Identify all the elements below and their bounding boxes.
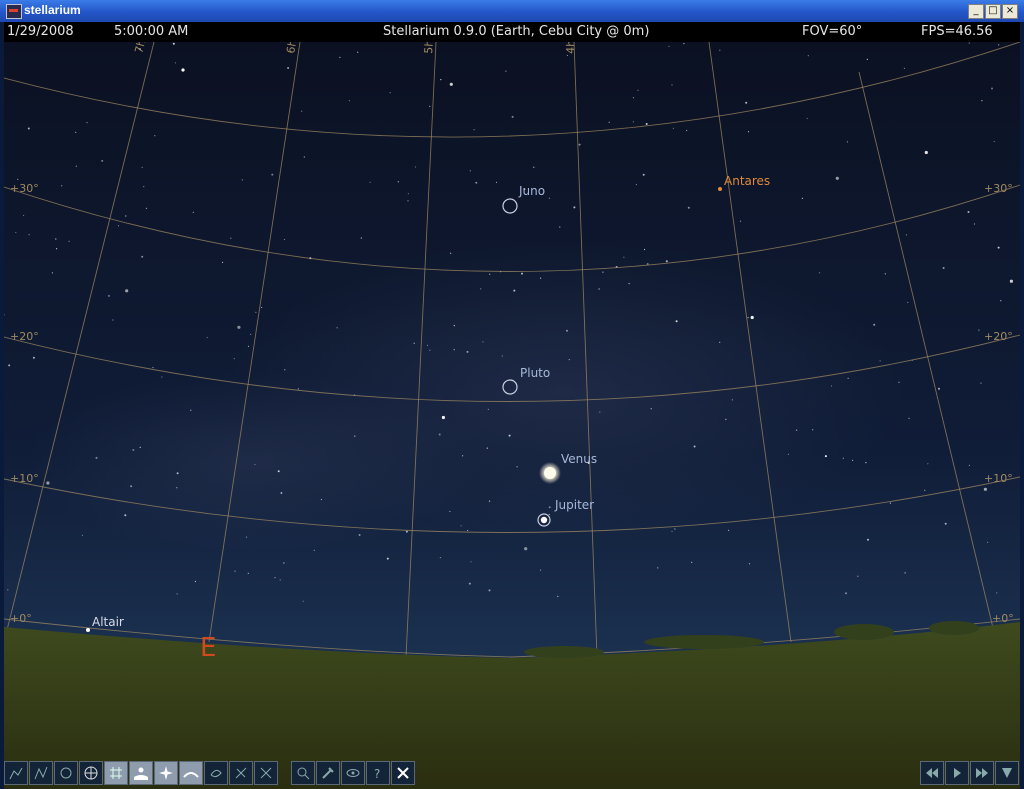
rewind-button[interactable]: [920, 761, 944, 785]
cardinal-points-icon: [159, 766, 173, 780]
cardinal-east: E: [200, 633, 216, 663]
right-dec-label-0: +0°: [992, 612, 1014, 625]
night-mode-icon: [346, 769, 360, 777]
title-bar[interactable]: stellarium _ □ ×: [0, 0, 1024, 22]
atmosphere-icon: [183, 772, 199, 778]
close-button[interactable]: ×: [1002, 4, 1018, 19]
antares-star[interactable]: [718, 187, 722, 191]
pluto-label: Pluto: [520, 366, 550, 380]
constellation-names-button[interactable]: [54, 761, 78, 785]
real-time-icon: [1002, 768, 1012, 778]
cardinal-points-button[interactable]: [154, 761, 178, 785]
venus-disk[interactable]: [544, 467, 556, 479]
minimize-button[interactable]: _: [968, 4, 984, 19]
help-icon: ?: [374, 767, 380, 781]
ground-icon: [134, 767, 148, 780]
night-mode-button[interactable]: [341, 761, 365, 785]
atmosphere-button[interactable]: [179, 761, 203, 785]
fast-forward-icon: [976, 768, 988, 778]
date-display: 1/29/2008: [7, 24, 74, 39]
search-button[interactable]: [291, 761, 315, 785]
constellation-art-button[interactable]: [29, 761, 53, 785]
status-bar: 1/29/2008 5:00:00 AM Stellarium 0.9.0 (E…: [4, 22, 1020, 42]
help-button[interactable]: ?: [366, 761, 390, 785]
azimuthal-grid-button[interactable]: [104, 761, 128, 785]
maximize-button[interactable]: □: [985, 4, 1001, 19]
fov-display: FOV=60°: [802, 24, 863, 39]
hour-label-6h: 6h: [284, 42, 299, 55]
right-dec-label-10: +10°: [984, 472, 1013, 485]
hour-label-5h: 5h: [422, 42, 436, 54]
configuration-icon: [322, 767, 334, 779]
juno-label: Juno: [518, 184, 545, 198]
window-title: stellarium: [24, 3, 81, 17]
constellation-lines-icon: [9, 767, 23, 780]
sky-view[interactable]: +30° +20° +10° +0° +30° +20° +10° +0° 7h…: [4, 42, 1020, 789]
hour-label-4h: 4h: [564, 42, 577, 54]
stellarium-app-icon: [6, 4, 22, 19]
left-dec-label-10: +10°: [10, 472, 39, 485]
right-dec-label-20: +20°: [984, 330, 1013, 343]
play-button[interactable]: [945, 761, 969, 785]
nebulae-icon: [210, 769, 222, 778]
antares-label: Antares: [724, 174, 770, 188]
constellation-names-icon: [60, 767, 72, 779]
equatorial-mount-icon: [235, 767, 247, 779]
time-display: 5:00:00 AM: [114, 24, 189, 39]
equatorial-grid-button[interactable]: [79, 761, 103, 785]
rewind-icon: [926, 768, 938, 778]
search-icon: [297, 767, 310, 780]
center-selected-icon: [260, 767, 272, 779]
venus-label: Venus: [561, 452, 597, 466]
time-toolbar: [920, 761, 1020, 785]
right-dec-label-30: +30°: [984, 182, 1013, 195]
equatorial-mount-button[interactable]: [229, 761, 253, 785]
fast-forward-button[interactable]: [970, 761, 994, 785]
quit-icon: [397, 767, 409, 779]
fps-display: FPS=46.56: [921, 24, 993, 39]
svg-text:?: ?: [374, 767, 380, 781]
constellation-lines-button[interactable]: [4, 761, 28, 785]
equatorial-grid-icon: [84, 766, 98, 780]
constellation-art-icon: [34, 766, 48, 780]
main-toolbar: ?: [4, 761, 415, 785]
left-dec-label-20: +20°: [10, 330, 39, 343]
left-dec-label-30: +30°: [10, 182, 39, 195]
altair-star[interactable]: [86, 628, 90, 632]
stellarium-window: stellarium _ □ × 1/29/2008 5:00:00 AM St…: [0, 0, 1024, 789]
quit-button[interactable]: [391, 761, 415, 785]
play-icon: [954, 768, 961, 778]
configuration-button[interactable]: [316, 761, 340, 785]
azimuthal-grid-icon: [110, 767, 122, 779]
center-selected-button[interactable]: [254, 761, 278, 785]
real-time-button[interactable]: [995, 761, 1019, 785]
jupiter-disk[interactable]: [540, 516, 548, 524]
location-display: Stellarium 0.9.0 (Earth, Cebu City @ 0m): [383, 24, 650, 39]
ground-button[interactable]: [129, 761, 153, 785]
left-dec-label-0: +0°: [10, 612, 32, 625]
altair-label: Altair: [92, 615, 124, 629]
nebulae-button[interactable]: [204, 761, 228, 785]
jupiter-label: Jupiter: [554, 498, 594, 512]
